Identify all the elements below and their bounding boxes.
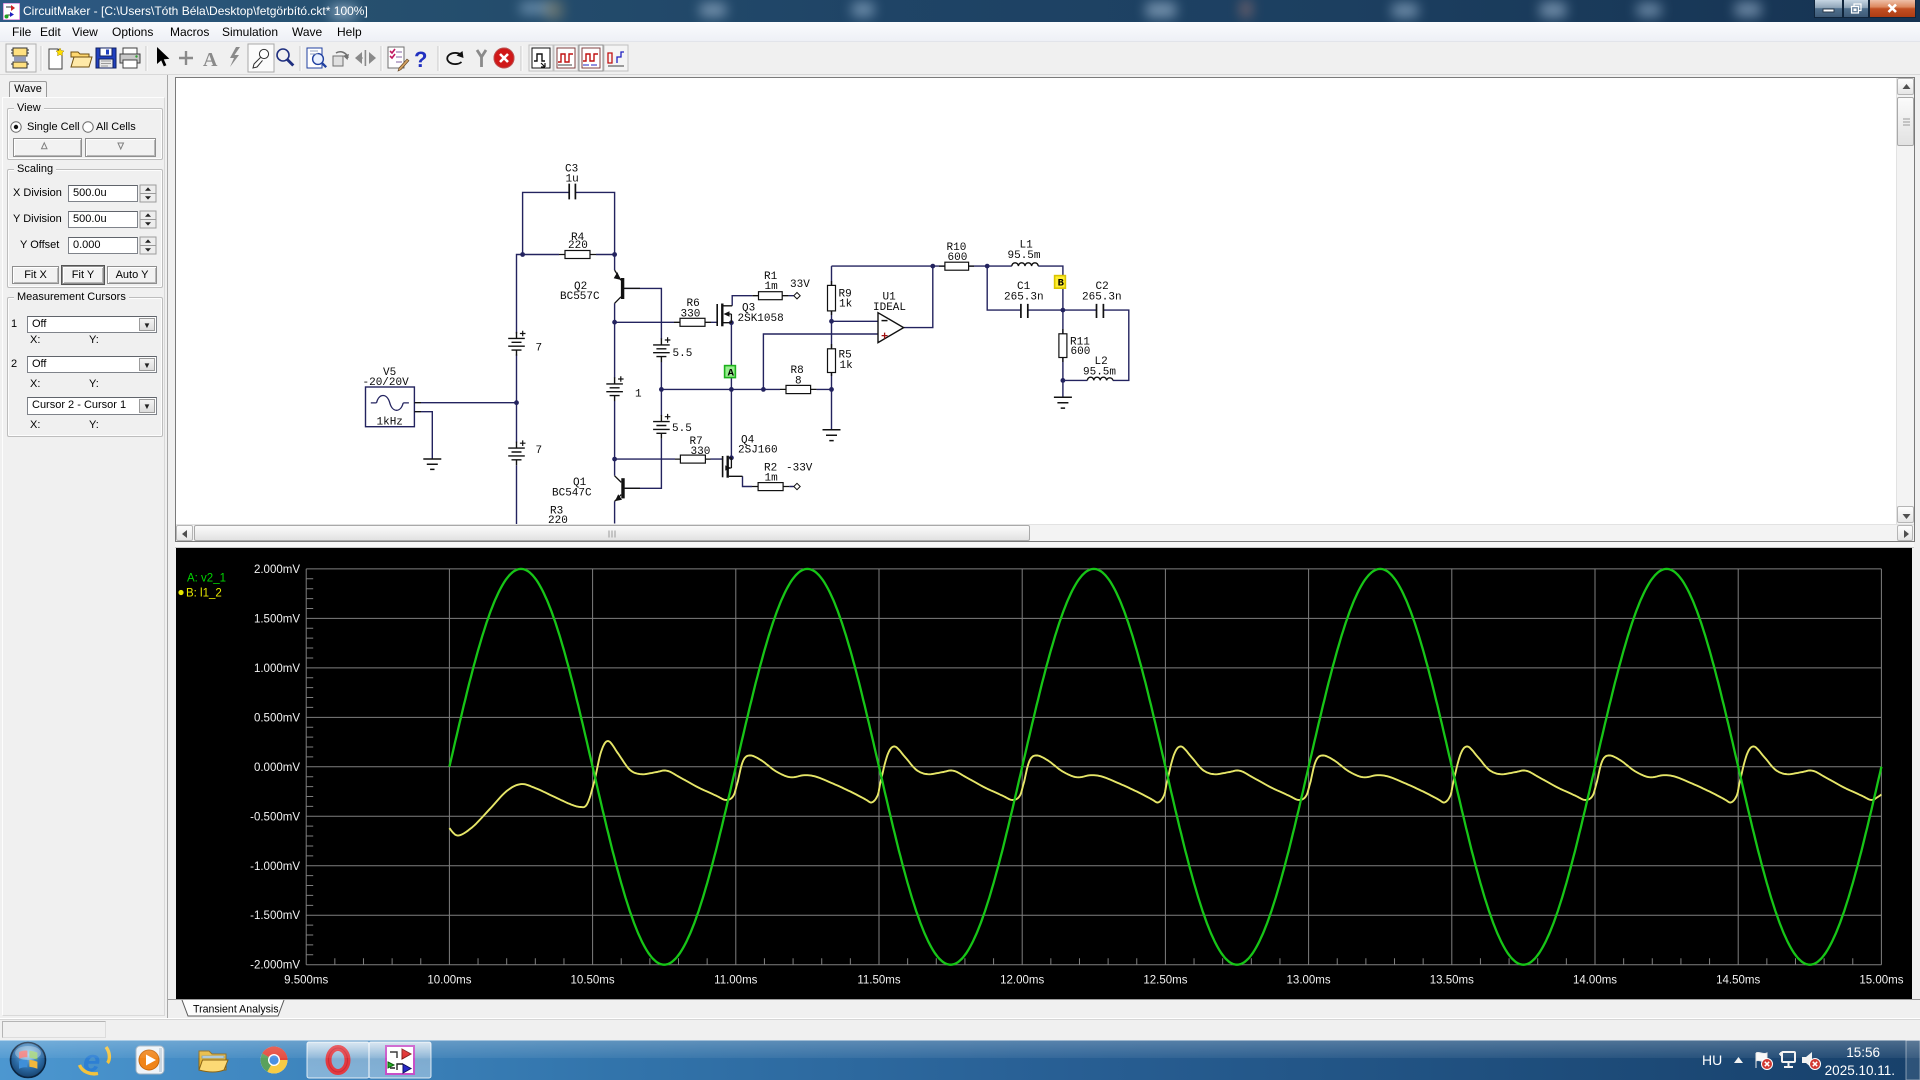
svg-text:BC557C: BC557C (560, 291, 600, 303)
svg-text:33V: 33V (790, 279, 810, 291)
svg-text:330: 330 (681, 309, 701, 321)
svg-text:0.500mV: 0.500mV (254, 712, 300, 724)
svg-text:330: 330 (691, 446, 711, 458)
svg-text:600: 600 (948, 252, 968, 264)
svg-text:1.000mV: 1.000mV (254, 663, 300, 675)
svg-text:95.5m: 95.5m (1083, 367, 1116, 379)
svg-text:7: 7 (536, 343, 543, 355)
svg-text:15:56: 15:56 (1846, 1045, 1880, 1060)
svg-text:A: A (203, 49, 218, 71)
svg-text:-2.000mV: -2.000mV (250, 960, 300, 972)
svg-text:-1.500mV: -1.500mV (250, 910, 300, 922)
svg-text:9.500ms: 9.500ms (284, 975, 328, 987)
svg-text:11.00ms: 11.00ms (714, 975, 758, 987)
svg-text:15.00ms: 15.00ms (1859, 975, 1903, 987)
svg-text:1kHz: 1kHz (377, 417, 403, 429)
svg-text:2SK1058: 2SK1058 (738, 313, 784, 325)
svg-text:10.00ms: 10.00ms (427, 975, 471, 987)
svg-text:Transient Analysis: Transient Analysis (193, 1004, 279, 1016)
svg-text:7: 7 (536, 445, 543, 457)
svg-text:A: A (728, 367, 735, 379)
svg-text:HU: HU (1702, 1052, 1722, 1068)
svg-text:B: B (1058, 278, 1065, 290)
svg-text:-20/20V: -20/20V (363, 377, 410, 389)
svg-text:A: v2_1: A: v2_1 (187, 573, 226, 585)
svg-text:1u: 1u (566, 174, 579, 186)
svg-text:BC547C: BC547C (552, 488, 592, 500)
svg-text:5.5: 5.5 (673, 348, 693, 360)
svg-text:1k: 1k (840, 360, 854, 372)
svg-text:2.000mV: 2.000mV (254, 564, 300, 576)
svg-text:-0.500mV: -0.500mV (250, 811, 300, 823)
svg-text:1: 1 (635, 389, 642, 401)
svg-text:IDEAL: IDEAL (873, 302, 906, 314)
svg-text:1m: 1m (765, 281, 779, 293)
svg-text:8: 8 (795, 376, 802, 388)
svg-text:1m: 1m (765, 473, 779, 485)
svg-text:2SJ160: 2SJ160 (738, 445, 778, 457)
svg-text:-33V: -33V (786, 463, 813, 475)
svg-text:1k: 1k (839, 299, 853, 311)
svg-text:95.5m: 95.5m (1008, 250, 1041, 262)
svg-text:13.50ms: 13.50ms (1430, 975, 1474, 987)
svg-text:265.3n: 265.3n (1082, 292, 1122, 304)
svg-text:13.00ms: 13.00ms (1287, 975, 1331, 987)
svg-text:12.00ms: 12.00ms (1000, 975, 1044, 987)
svg-text:5.5: 5.5 (672, 423, 692, 435)
svg-text:220: 220 (548, 515, 568, 524)
svg-text:2025.10.11.: 2025.10.11. (1825, 1063, 1895, 1078)
svg-text:12.50ms: 12.50ms (1143, 975, 1187, 987)
svg-text:10.50ms: 10.50ms (571, 975, 615, 987)
svg-text:220: 220 (568, 240, 588, 252)
svg-text:0.000mV: 0.000mV (254, 762, 300, 774)
svg-text:14.00ms: 14.00ms (1573, 975, 1617, 987)
svg-text:1.500mV: 1.500mV (254, 613, 300, 625)
svg-text:14.50ms: 14.50ms (1716, 975, 1760, 987)
svg-text:B: l1_2: B: l1_2 (186, 588, 222, 600)
svg-text:265.3n: 265.3n (1004, 292, 1044, 304)
svg-text:600: 600 (1071, 346, 1091, 358)
svg-text:?: ? (414, 47, 427, 72)
svg-text:-1.000mV: -1.000mV (250, 861, 300, 873)
svg-text:11.50ms: 11.50ms (857, 975, 901, 987)
